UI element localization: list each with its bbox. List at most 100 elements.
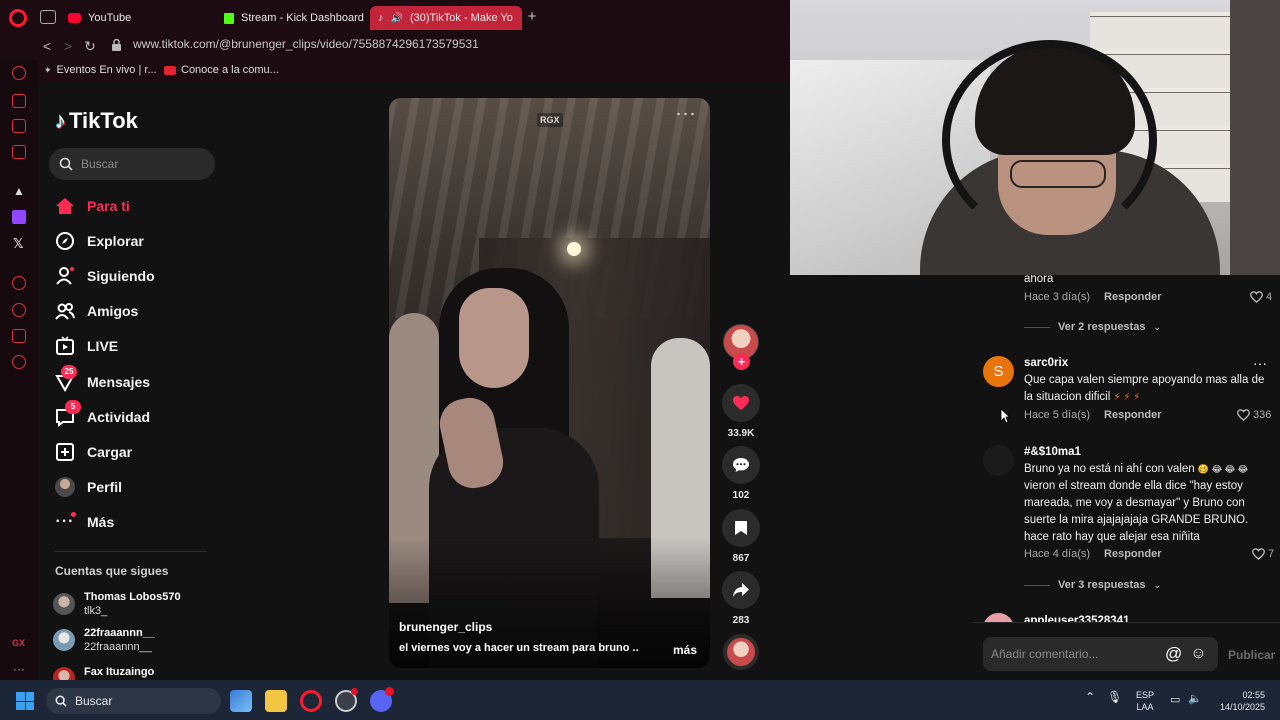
view-replies-button[interactable]: Ver 3 respuestas ⌄ [1024, 579, 1161, 591]
comment-username[interactable]: appleuser33528341 [1024, 615, 1130, 622]
following-account[interactable]: Fax Ituzaingo [53, 660, 154, 680]
webcam-frame [1010, 160, 1106, 188]
file-explorer-icon[interactable] [265, 690, 287, 712]
sidebar-app-icon[interactable] [12, 94, 26, 108]
webcam-overlay [790, 0, 1280, 275]
back-icon[interactable]: < [38, 36, 56, 56]
forward-icon[interactable]: > [59, 36, 77, 56]
system-tray: ⌃ 🎙 [1085, 690, 1122, 704]
comment-like-button[interactable]: 336 [1237, 409, 1271, 421]
nav-label: Mensajes [87, 374, 151, 390]
tiktok-logo[interactable]: ♪ TikTok [55, 106, 138, 136]
language-indicator[interactable]: ESP LAA [1136, 689, 1154, 713]
following-account[interactable]: 22fraaannn__ 22fraaannn__ [53, 623, 155, 657]
nav-label: Actividad [87, 409, 151, 425]
new-tab-button[interactable]: + [524, 8, 540, 26]
comment-username[interactable]: #&$10ma1 [1024, 446, 1081, 458]
compass-icon [55, 231, 75, 251]
comment-icon [722, 446, 760, 484]
x-icon[interactable]: 𝕏 [13, 236, 23, 252]
twitch-icon[interactable] [12, 210, 26, 224]
sidebar-app-icon[interactable] [12, 329, 26, 343]
comments-panel: ahora Hace 3 día(s) Responder 4 Ver 2 re… [973, 275, 1280, 622]
comment-body: Bruno ya no está ni ahí con valen [1024, 463, 1195, 475]
search-input[interactable] [81, 157, 191, 171]
opera-gx-icon[interactable] [300, 690, 322, 712]
comment-avatar[interactable] [983, 613, 1014, 622]
opera-logo-icon[interactable] [9, 9, 27, 27]
follow-plus-icon[interactable]: + [733, 353, 750, 370]
comment-more-icon[interactable]: ··· [1253, 355, 1267, 371]
sidebar-app-icon[interactable]: ▲ [13, 184, 25, 198]
like-button[interactable]: 33.9K [722, 384, 760, 439]
search-box[interactable] [49, 148, 215, 180]
lock-icon[interactable] [111, 39, 122, 51]
webcam-frame [1230, 0, 1280, 275]
share-button[interactable]: 283 [722, 571, 760, 626]
gx-icon[interactable]: GX [12, 638, 25, 648]
nav-live[interactable]: LIVE [55, 332, 118, 360]
sidebar-app-icon[interactable] [12, 276, 26, 290]
tab-kick-dashboard[interactable]: Stream - Kick Dashboard [216, 6, 368, 30]
comment-like-button[interactable]: 4 [1250, 291, 1272, 303]
nav-mensajes[interactable]: 25 Mensajes [55, 365, 151, 396]
emoji-icon[interactable]: ☺ [1190, 645, 1206, 663]
taskbar-search[interactable]: Buscar [46, 688, 221, 714]
nav-perfil[interactable]: Perfil [55, 473, 122, 501]
url-field[interactable]: www.tiktok.com/@brunenger_clips/video/75… [133, 37, 479, 51]
publish-button[interactable]: Publicar [1228, 648, 1275, 662]
bookmark-conoce[interactable]: Conoce a la comu... [164, 64, 279, 76]
sidebar-app-icon[interactable] [12, 119, 26, 133]
microphone-icon[interactable]: 🎙 [1107, 690, 1122, 704]
chevron-down-icon: ⌄ [1153, 579, 1161, 590]
reply-button[interactable]: Responder [1104, 409, 1161, 421]
comment-username[interactable]: sarc0rix [1024, 357, 1068, 369]
comment-input-box[interactable]: @ ☺ [983, 637, 1218, 671]
reply-button[interactable]: Responder [1104, 291, 1161, 303]
nav-mas[interactable]: ··· Más [55, 508, 114, 536]
music-disc-avatar[interactable] [723, 634, 759, 670]
video-author-name[interactable]: brunenger_clips [399, 620, 492, 634]
avatar [53, 593, 75, 615]
view-replies-button[interactable]: Ver 2 respuestas ⌄ [1024, 321, 1161, 333]
clock[interactable]: 02:55 14/10/2025 [1213, 689, 1265, 713]
sidebar-app-icon[interactable] [12, 145, 26, 159]
chevron-up-icon[interactable]: ⌃ [1085, 690, 1095, 704]
reload-icon[interactable]: ↻ [81, 36, 99, 56]
nav-para-ti[interactable]: Para ti [55, 192, 130, 220]
tab-manager-icon[interactable] [40, 10, 56, 24]
reply-button[interactable]: Responder [1104, 548, 1161, 560]
speaker-icon[interactable]: 🔊 [391, 13, 403, 24]
store-icon[interactable] [230, 690, 252, 712]
sidebar-app-icon[interactable] [12, 66, 26, 80]
history-icon[interactable] [12, 303, 26, 317]
windows-start-icon[interactable] [16, 692, 34, 710]
comment-avatar[interactable] [983, 445, 1014, 476]
comment-input[interactable] [991, 647, 1161, 661]
share-count: 283 [732, 615, 750, 626]
settings-icon[interactable] [12, 355, 26, 369]
tab-tiktok[interactable]: ♪ 🔊 (30)TikTok - Make Yo [370, 6, 522, 30]
video-player[interactable]: RGX ··· brunenger_clips el viernes voy a… [389, 98, 710, 668]
nav-amigos[interactable]: Amigos [55, 297, 138, 325]
nav-explorar[interactable]: Explorar [55, 227, 144, 255]
following-account[interactable]: Thomas Lobos570 tlk3_ [53, 587, 181, 621]
comment-avatar[interactable]: S [983, 356, 1014, 387]
comment-like-button[interactable]: 7 [1252, 548, 1274, 560]
activity-badge: 5 [65, 400, 81, 414]
save-button[interactable]: 867 [722, 509, 760, 564]
nav-siguiendo[interactable]: Siguiendo [55, 262, 155, 290]
nav-actividad[interactable]: 5 Actividad [55, 400, 151, 431]
more-icon[interactable]: ··· [13, 662, 25, 676]
language-code: ESP [1136, 690, 1155, 700]
caption-more-link[interactable]: más [673, 643, 697, 657]
video-more-options-icon[interactable]: ··· [675, 104, 697, 124]
mention-icon[interactable]: @ [1165, 644, 1182, 664]
network-icon[interactable]: ▭ [1170, 693, 1180, 706]
comment-button[interactable]: 102 [722, 446, 760, 501]
divider [55, 551, 207, 552]
nav-cargar[interactable]: Cargar [55, 438, 132, 466]
volume-icon[interactable]: 🔈 [1188, 692, 1202, 705]
bookmark-eventos[interactable]: ✦ Eventos En vivo | r... [44, 64, 157, 76]
tab-youtube[interactable]: YouTube [60, 6, 210, 30]
